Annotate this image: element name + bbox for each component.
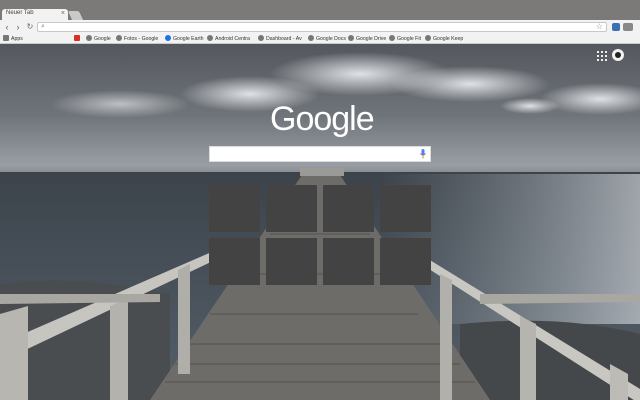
bookmark-favicon-icon (425, 35, 431, 41)
microphone-icon[interactable] (420, 149, 426, 159)
bookmark-item[interactable] (74, 35, 82, 43)
menu-icon[interactable] (623, 23, 633, 31)
google-logo: Google (270, 100, 375, 138)
bookmark-label: Fotos - Google (124, 36, 159, 42)
shortcut-tile[interactable] (380, 238, 431, 285)
shortcut-tile[interactable] (323, 238, 374, 285)
bookmark-item[interactable]: Google Docs (308, 35, 346, 43)
tab-close-icon[interactable]: × (61, 9, 65, 19)
tab-new-tab[interactable]: Neuer Tab × (2, 9, 68, 20)
bookmark-item[interactable]: Google Drive (348, 35, 386, 43)
window-titlebar: Neuer Tab × (0, 0, 640, 20)
forward-icon[interactable]: › (13, 22, 23, 32)
apps-icon (3, 35, 9, 41)
bookmark-star-icon[interactable]: ☆ (596, 23, 603, 31)
shortcut-tile[interactable] (209, 185, 260, 232)
bookmark-label: Google Drive (356, 36, 387, 42)
bookmark-favicon-icon (86, 35, 92, 41)
reload-icon[interactable]: ↻ (25, 22, 35, 32)
search-box[interactable] (209, 146, 431, 162)
search-input[interactable] (216, 149, 416, 159)
bookmark-label: Google (94, 36, 111, 42)
bookmark-favicon-icon (348, 35, 354, 41)
bookmark-favicon-icon (258, 35, 264, 41)
bookmark-item[interactable]: Google (86, 35, 111, 43)
omnibox-input[interactable] (50, 23, 590, 31)
bookmark-item[interactable]: Android Centra (207, 35, 250, 43)
apps-grid-icon[interactable] (597, 51, 607, 61)
tab-title: Neuer Tab (6, 10, 34, 16)
bookmark-label: Apps (11, 36, 23, 42)
bookmark-favicon-icon (207, 35, 213, 41)
search-icon: ⌕ (41, 23, 45, 30)
bookmark-label: Google Keep (433, 36, 464, 42)
extension-icon[interactable] (612, 23, 620, 31)
omnibox[interactable]: ⌕ ☆ (37, 22, 607, 32)
bookmark-favicon-icon (165, 35, 171, 41)
bookmark-item[interactable]: Fotos - Google (116, 35, 158, 43)
bookmark-label: Dashboard - Av (266, 36, 302, 42)
bookmark-item[interactable]: Google Earth (165, 35, 204, 43)
back-icon[interactable]: ‹ (2, 22, 12, 32)
new-tab-button[interactable] (67, 11, 84, 20)
bookmarks-bar: Apps Google Fotos - Google Google Earth … (0, 34, 640, 44)
shortcut-tile[interactable] (209, 238, 260, 285)
most-visited-tiles (209, 185, 431, 287)
shortcut-tile[interactable] (266, 238, 317, 285)
account-avatar[interactable] (612, 49, 624, 61)
bookmark-favicon-icon (389, 35, 395, 41)
shortcut-tile[interactable] (266, 185, 317, 232)
bookmark-favicon-icon (116, 35, 122, 41)
bookmark-label: Google Fit (397, 36, 421, 42)
bookmark-label: Google Docs (316, 36, 346, 42)
shortcut-tile[interactable] (323, 185, 374, 232)
bookmark-favicon-icon (74, 35, 80, 41)
bookmark-label: Google Earth (173, 36, 204, 42)
browser-toolbar: ‹ › ↻ ⌕ ☆ (0, 20, 640, 34)
bookmark-item[interactable]: Dashboard - Av (258, 35, 302, 43)
bookmark-label: Android Centra (215, 36, 250, 42)
bookmark-item[interactable]: Google Fit (389, 35, 421, 43)
apps-shortcut[interactable]: Apps (3, 35, 23, 43)
shortcut-tile[interactable] (380, 185, 431, 232)
bookmark-item[interactable]: Google Keep (425, 35, 463, 43)
bookmark-favicon-icon (308, 35, 314, 41)
